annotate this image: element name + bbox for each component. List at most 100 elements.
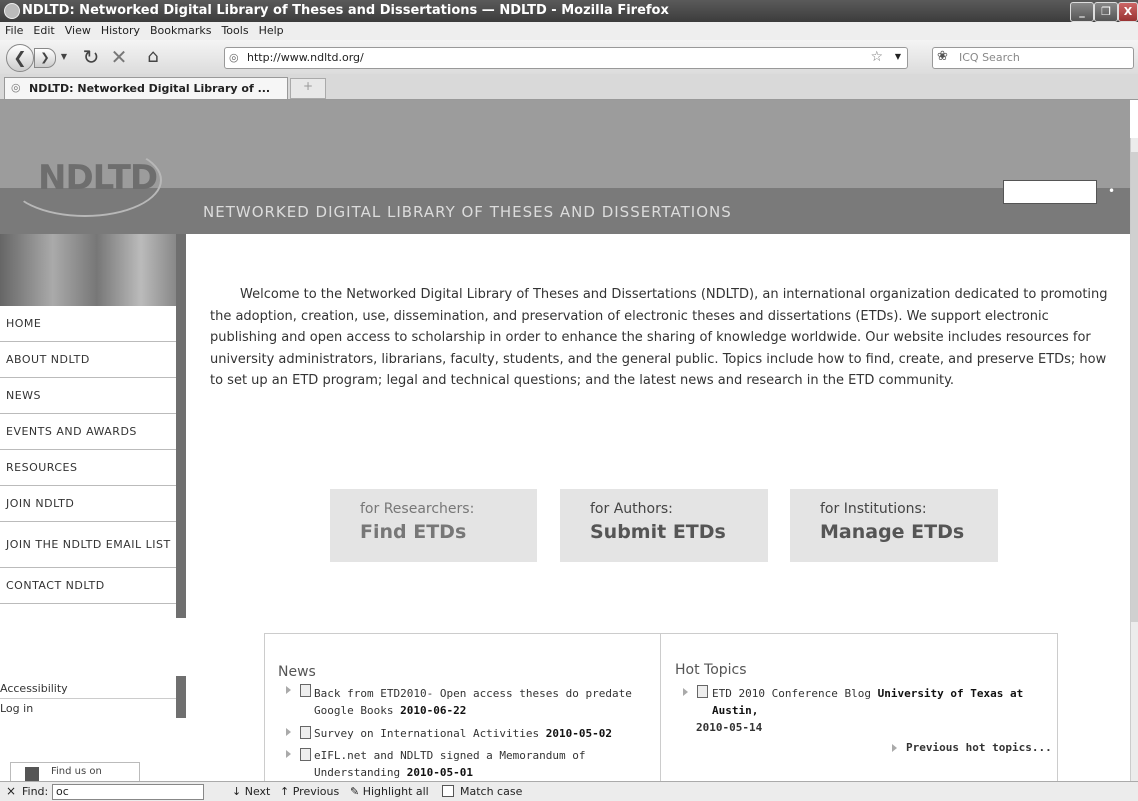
submit-etds-button[interactable]: for Authors: Submit ETDs <box>560 489 768 562</box>
firefox-icon <box>4 3 20 19</box>
stop-icon[interactable]: ✕ <box>108 46 130 68</box>
sidebar-photo <box>0 234 176 306</box>
sidebar-item-email-list[interactable]: JOIN THE NDLTD EMAIL LIST <box>0 522 176 568</box>
back-button[interactable]: ❮ <box>6 44 34 72</box>
menu-file[interactable]: File <box>0 22 28 39</box>
document-icon <box>300 748 311 761</box>
bullet-icon <box>286 728 291 736</box>
previous-hot-topics-link[interactable]: Previous hot topics... <box>906 739 1052 756</box>
find-previous-button[interactable]: ↑ Previous <box>280 785 339 798</box>
highlight-all-label: Highlight all <box>362 785 429 798</box>
document-icon <box>300 684 311 697</box>
menu-history[interactable]: History <box>96 22 145 39</box>
find-previous-label: Previous <box>292 785 340 798</box>
news-item[interactable]: eIFL.net and NDLTD signed a Memorandum o… <box>314 747 654 781</box>
facebook-icon <box>25 767 39 781</box>
hot-topic-date: 2010-05-14 <box>696 721 763 734</box>
menu-view[interactable]: View <box>60 22 96 39</box>
sidebar-nav: HOME ABOUT NDLTD NEWS EVENTS AND AWARDS … <box>0 306 176 604</box>
navigation-toolbar: ❮ ❯ ▼ ↻ ✕ ⌂ ◎ http://www.ndltd.org/ ☆ ▼ … <box>0 40 1138 75</box>
cta-main: Submit ETDs <box>590 521 726 543</box>
news-item-title[interactable]: Back from ETD2010- Open access theses do… <box>314 687 632 717</box>
menu-bookmarks[interactable]: Bookmarks <box>145 22 216 39</box>
sidebar-edge-lower <box>176 676 186 718</box>
scrollbar-thumb[interactable] <box>1131 152 1138 622</box>
bullet-icon <box>683 688 688 696</box>
news-item[interactable]: Survey on International Activities 2010-… <box>314 725 654 742</box>
tab-ndltd[interactable]: ◎ NDLTD: Networked Digital Library of ..… <box>4 77 288 99</box>
match-case-label[interactable]: Match case <box>460 785 522 798</box>
url-bar[interactable]: ◎ http://www.ndltd.org/ ☆ ▼ <box>224 47 908 69</box>
url-text[interactable]: http://www.ndltd.org/ <box>247 51 364 64</box>
hot-topic-title[interactable]: ETD 2010 Conference Blog <box>712 687 871 700</box>
bullet-icon <box>286 686 291 694</box>
history-dropdown-icon[interactable]: ▼ <box>58 48 70 66</box>
find-input[interactable]: oc <box>52 784 204 800</box>
menu-help[interactable]: Help <box>254 22 289 39</box>
hot-topic-item[interactable]: ETD 2010 Conference Blog University of T… <box>712 685 1042 719</box>
search-input[interactable]: ICQ Search <box>959 51 1020 64</box>
divider <box>0 698 176 699</box>
cta-main: Manage ETDs <box>820 521 965 543</box>
find-label: Find: <box>22 785 49 798</box>
manage-etds-button[interactable]: for Institutions: Manage ETDs <box>790 489 998 562</box>
find-us-label: Find us on <box>51 766 102 777</box>
match-case-checkbox[interactable] <box>442 785 454 797</box>
tab-favicon: ◎ <box>11 81 21 94</box>
highlight-all-button[interactable]: ✎ Highlight all <box>350 785 429 798</box>
site-logo[interactable]: NDLTD <box>38 158 158 198</box>
tab-bar: ◎ NDLTD: Networked Digital Library of ..… <box>0 74 1138 100</box>
sidebar-item-contact[interactable]: CONTACT NDLTD <box>0 568 176 604</box>
site-title: NETWORKED DIGITAL LIBRARY OF THESES AND … <box>203 203 732 221</box>
site-header <box>0 100 1130 188</box>
sidebar-item-resources[interactable]: RESOURCES <box>0 450 176 486</box>
search-engine-icon[interactable]: ❀ <box>937 49 948 64</box>
login-link[interactable]: Log in <box>0 702 33 715</box>
find-input-value[interactable]: oc <box>53 785 69 798</box>
tab-label: NDLTD: Networked Digital Library of ... <box>29 82 271 95</box>
accessibility-link[interactable]: Accessibility <box>0 682 68 695</box>
cta-sub: for Institutions: <box>820 501 927 517</box>
news-item-date: 2010-05-02 <box>545 727 613 740</box>
reload-icon[interactable]: ↻ <box>80 46 102 68</box>
find-etds-button[interactable]: for Researchers: Find ETDs <box>330 489 537 562</box>
sidebar-edge <box>176 234 186 618</box>
header-search-input[interactable] <box>1003 180 1097 204</box>
close-window-button[interactable]: X <box>1118 2 1138 22</box>
home-icon[interactable]: ⌂ <box>142 46 164 68</box>
document-icon <box>697 685 708 698</box>
sidebar-item-home[interactable]: HOME <box>0 306 176 342</box>
bookmark-star-icon[interactable]: ☆ <box>870 49 883 65</box>
find-close-icon[interactable]: × <box>6 784 16 798</box>
new-tab-button[interactable]: + <box>290 78 326 99</box>
cta-main: Find ETDs <box>360 521 467 543</box>
find-bar: × Find: oc ↓ Next ↑ Previous ✎ Highlight… <box>0 781 1138 801</box>
news-item[interactable]: Back from ETD2010- Open access theses do… <box>314 685 654 719</box>
bullet-icon <box>892 744 897 752</box>
bullet-icon <box>286 750 291 758</box>
find-next-button[interactable]: ↓ Next <box>232 785 270 798</box>
sidebar-item-news[interactable]: NEWS <box>0 378 176 414</box>
site-identity-icon[interactable]: ◎ <box>229 51 239 64</box>
search-go-icon[interactable]: • <box>1108 184 1115 198</box>
news-item-title[interactable]: Survey on International Activities <box>314 727 539 740</box>
restore-button[interactable]: ❐ <box>1094 2 1118 22</box>
minimize-button[interactable]: _ <box>1070 2 1094 22</box>
window-title: NDLTD: Networked Digital Library of Thes… <box>22 3 669 18</box>
panel-divider <box>660 633 661 781</box>
menu-edit[interactable]: Edit <box>28 22 59 39</box>
welcome-text: Welcome to the Networked Digital Library… <box>210 287 1108 389</box>
forward-button[interactable]: ❯ <box>34 48 56 68</box>
document-icon <box>300 726 311 739</box>
find-us-box[interactable]: Find us on <box>10 762 140 782</box>
cta-sub: for Researchers: <box>360 501 475 517</box>
search-bar[interactable]: ❀ ICQ Search <box>932 47 1134 69</box>
window-titlebar: NDLTD: Networked Digital Library of Thes… <box>0 0 1138 22</box>
cta-sub: for Authors: <box>590 501 673 517</box>
hot-topics-heading: Hot Topics <box>675 662 747 678</box>
url-dropdown-icon[interactable]: ▼ <box>895 52 901 61</box>
sidebar-item-join[interactable]: JOIN NDLTD <box>0 486 176 522</box>
sidebar-item-events[interactable]: EVENTS AND AWARDS <box>0 414 176 450</box>
menu-tools[interactable]: Tools <box>216 22 253 39</box>
sidebar-item-about[interactable]: ABOUT NDLTD <box>0 342 176 378</box>
